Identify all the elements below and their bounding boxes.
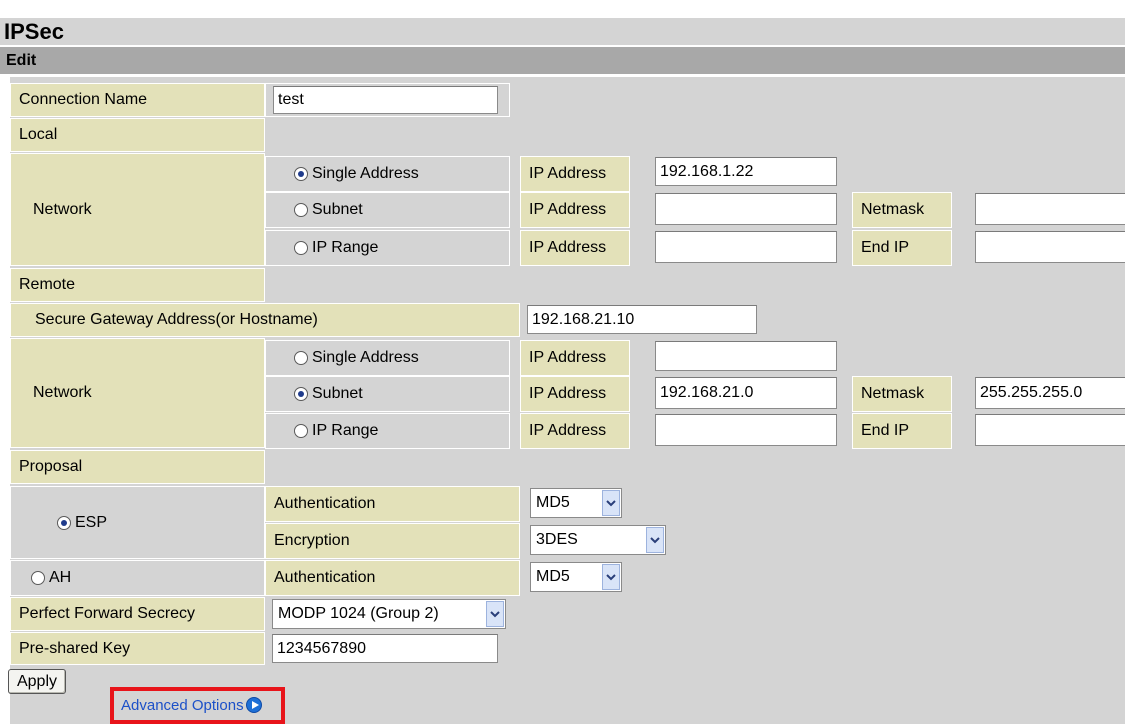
gateway-label: Secure Gateway Address(or Hostname) [10, 303, 520, 337]
local-section-label: Local [10, 118, 265, 152]
radio-selected-icon[interactable] [57, 515, 71, 530]
esp-enc-value: 3DES [536, 531, 578, 548]
psk-input[interactable]: 1234567890 [272, 634, 498, 663]
remote-single-address-option[interactable]: Single Address [265, 340, 510, 376]
ah-label: AH [49, 569, 72, 586]
local-netmask-input[interactable] [975, 193, 1125, 225]
radio-unselected-icon[interactable] [294, 241, 308, 255]
page-title: IPSec [0, 18, 1125, 45]
connection-name-input[interactable]: test [273, 86, 498, 114]
local-ip-label-1: IP Address [520, 156, 630, 192]
chevron-down-icon[interactable] [602, 490, 620, 516]
pfs-label: Perfect Forward Secrecy [10, 597, 265, 631]
psk-label: Pre-shared Key [10, 632, 265, 665]
remote-ip-label-2: IP Address [520, 376, 630, 412]
pfs-select[interactable]: MODP 1024 (Group 2) [272, 599, 506, 629]
ah-auth-value: MD5 [536, 568, 570, 585]
local-subnet-option[interactable]: Subnet [265, 192, 510, 228]
esp-option[interactable]: ESP [10, 486, 265, 559]
esp-auth-select[interactable]: MD5 [530, 488, 622, 518]
remote-network-label: Network [10, 338, 265, 448]
radio-unselected-icon[interactable] [31, 571, 45, 585]
remote-ip-label-3: IP Address [520, 413, 630, 449]
remote-section-label: Remote [10, 268, 265, 302]
remote-subnet-option[interactable]: Subnet [265, 376, 510, 412]
esp-auth-label: Authentication [265, 486, 520, 522]
remote-single-address-label: Single Address [312, 349, 419, 366]
remote-end-ip-input[interactable] [975, 414, 1125, 446]
chevron-down-icon[interactable] [602, 564, 620, 590]
local-network-label: Network [10, 153, 265, 266]
gateway-input[interactable]: 192.168.21.10 [527, 305, 757, 334]
esp-label: ESP [75, 513, 108, 531]
local-ip-range-label: IP Range [312, 239, 379, 256]
local-end-ip-label: End IP [852, 230, 952, 266]
radio-unselected-icon[interactable] [294, 203, 308, 217]
ah-auth-select[interactable]: MD5 [530, 562, 622, 592]
remote-subnet-label: Subnet [312, 385, 363, 402]
remote-ip-range-option[interactable]: IP Range [265, 413, 510, 449]
remote-ip-input-2[interactable]: 192.168.21.0 [655, 377, 837, 409]
remote-end-ip-label: End IP [852, 413, 952, 449]
remote-network-text: Network [33, 384, 92, 401]
radio-selected-icon[interactable] [294, 167, 308, 181]
esp-enc-select[interactable]: 3DES [530, 525, 666, 555]
chevron-down-icon[interactable] [486, 601, 504, 627]
connection-name-label: Connection Name [10, 83, 265, 117]
local-subnet-label: Subnet [312, 201, 363, 218]
apply-button[interactable]: Apply [8, 669, 66, 694]
local-single-address-option[interactable]: Single Address [265, 156, 510, 192]
remote-ip-input-3[interactable] [655, 414, 837, 446]
local-single-address-label: Single Address [312, 165, 419, 182]
esp-enc-label: Encryption [265, 523, 520, 559]
local-ip-input-1[interactable]: 192.168.1.22 [655, 157, 837, 186]
ah-auth-label: Authentication [265, 560, 520, 596]
local-ip-label-3: IP Address [520, 230, 630, 266]
play-circle-icon[interactable] [245, 697, 262, 713]
local-netmask-label: Netmask [852, 192, 952, 228]
pfs-value: MODP 1024 (Group 2) [278, 605, 439, 622]
chevron-down-icon[interactable] [646, 527, 664, 553]
local-network-text: Network [33, 200, 92, 218]
local-ip-range-option[interactable]: IP Range [265, 230, 510, 266]
advanced-options-link[interactable]: Advanced Options [121, 692, 262, 718]
remote-ip-range-label: IP Range [312, 422, 379, 439]
proposal-section-label: Proposal [10, 450, 265, 484]
local-ip-input-2[interactable] [655, 193, 837, 225]
remote-netmask-label: Netmask [852, 376, 952, 412]
radio-unselected-icon[interactable] [294, 351, 308, 365]
remote-ip-label-1: IP Address [520, 340, 630, 376]
local-ip-input-3[interactable] [655, 231, 837, 263]
remote-ip-input-1[interactable] [655, 341, 837, 371]
local-end-ip-input[interactable] [975, 231, 1125, 263]
remote-netmask-input[interactable]: 255.255.255.0 [975, 377, 1125, 409]
esp-auth-value: MD5 [536, 494, 570, 511]
advanced-options-label: Advanced Options [121, 696, 244, 714]
local-ip-label-2: IP Address [520, 192, 630, 228]
ah-option[interactable]: AH [10, 560, 265, 596]
radio-selected-icon[interactable] [294, 387, 308, 401]
section-header: Edit [0, 47, 1125, 74]
radio-unselected-icon[interactable] [294, 424, 308, 438]
